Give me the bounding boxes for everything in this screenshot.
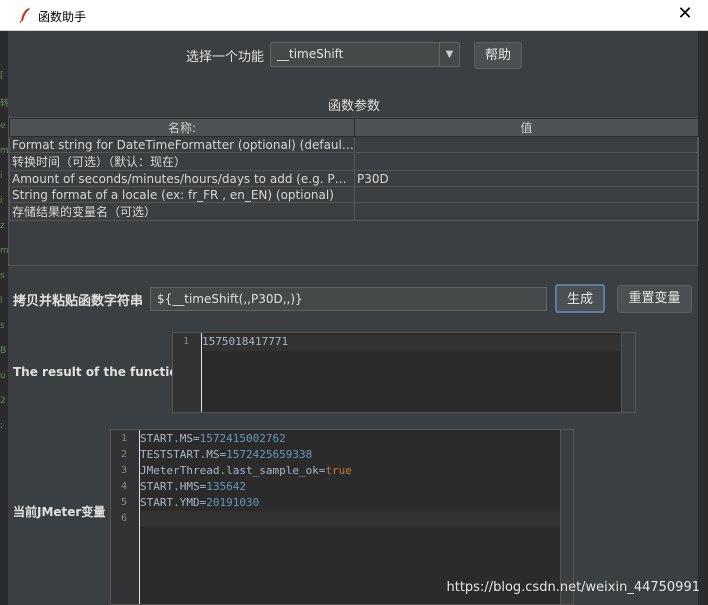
param-value[interactable] [354,152,699,171]
params-section-title: 函数参数 [328,99,381,114]
table-row[interactable]: 转换时间（可选）（默认：现在） [9,152,699,171]
params-table-container: 名称: 值 Format string for DateTimeFormatte… [8,117,699,266]
line-number: 4 [120,481,127,492]
var-value: 1572415002762 [199,432,286,445]
window-title: 函数助手 [38,10,87,24]
line-number-gutter: 1 [173,333,202,412]
scrollbar[interactable] [560,430,573,604]
line-number: 1 [120,433,127,444]
line-number: 3 [120,465,127,476]
result-editor[interactable]: 1 1575018417771 [172,332,636,413]
background-glyph: s [0,271,5,281]
background-glyph: e [0,121,6,131]
function-select-label: 选择一个功能 [186,50,265,65]
line-number: 2 [120,449,127,460]
column-header-value[interactable]: 值 [354,118,699,137]
copy-string-label: 拷贝并粘贴函数字符串 [13,294,144,309]
background-glyph: : [0,421,4,431]
function-helper-dialog: 选择一个功能 __timeShift ▼ 帮助 函数参数 名称: 值 Forma… [8,31,699,605]
column-header-name[interactable]: 名称: [9,118,355,137]
background-glyph: u [0,371,6,381]
background-glyph: i [0,171,3,181]
generate-button[interactable]: 生成 [555,284,605,313]
var-value: 135642 [206,480,246,493]
reset-variables-button[interactable]: 重置变量 [617,285,692,313]
code-line: JMeterThread.last_sample_ok=true [140,464,352,477]
feather-icon [19,8,30,23]
param-value[interactable] [354,202,699,221]
line-number: 1 [182,336,189,347]
param-name: String format of a locale (ex: fr_FR , e… [9,186,355,203]
background-glyph: i [0,196,3,206]
param-name: 转换时间（可选）（默认：现在） [9,152,355,171]
scrollbar[interactable] [621,333,635,412]
background-glyph: l [0,296,3,306]
var-key: START.HMS= [140,480,207,493]
current-line-highlight [140,511,560,527]
var-key: START.YMD= [140,496,207,509]
background-app-strip: [转 e m i i z m s l s Bu 2: [0,31,9,605]
help-button[interactable]: 帮助 [474,42,522,69]
line-number: 5 [120,497,127,508]
table-row[interactable]: Format string for DateTimeFormatter (opt… [9,136,699,153]
code-line: START.MS=1572415002762 [140,432,286,445]
line-number-gutter: 1 2 3 4 5 6 [111,430,140,604]
table-row[interactable]: 存储结果的变量名（可选） [9,202,699,221]
function-string-field[interactable]: ${__timeShift(,,P30D,,)} [150,287,547,311]
function-select-value: __timeShift [277,47,344,61]
jmeter-vars-editor[interactable]: 1 2 3 4 5 6 START.MS=1572415002762 TESTS… [110,429,574,605]
jmeter-vars-label: 当前JMeter变量 [13,505,106,519]
var-value: 20191030 [206,496,260,509]
background-glyph: 2 [0,396,6,406]
result-value: 1575018417771 [202,335,289,348]
background-app-strip-right [698,31,708,605]
params-table: 名称: 值 Format string for DateTimeFormatte… [9,118,699,221]
var-key: JMeterThread.last_sample_ok= [140,464,326,477]
line-number: 6 [120,513,127,524]
code-line: TESTSTART.MS=1572425659338 [140,448,312,461]
chevron-down-icon[interactable]: ▼ [439,43,459,66]
param-value[interactable] [354,186,699,203]
close-icon[interactable]: ✕ [676,5,694,23]
background-glyph: s [0,321,5,331]
param-value[interactable] [354,136,699,153]
var-key: START.MS= [140,432,200,445]
param-name: Format string for DateTimeFormatter (opt… [9,136,355,153]
param-name: 存储结果的变量名（可选） [9,202,355,221]
var-value: true [325,464,352,477]
background-glyph: [ [0,71,4,81]
param-name: Amount of seconds/minutes/hours/days to … [9,170,355,187]
code-line: START.HMS=135642 [140,480,246,493]
table-row[interactable]: Amount of seconds/minutes/hours/days to … [9,170,699,187]
var-key: TESTSTART.MS= [140,448,227,461]
background-glyph: z [0,221,5,231]
watermark: https://blog.csdn.net/weixin_44750991 [446,580,700,595]
var-value: 1572425659338 [226,448,313,461]
function-select[interactable]: __timeShift ▼ [270,42,460,67]
background-glyph: B [0,346,7,356]
table-row[interactable]: String format of a locale (ex: fr_FR , e… [9,186,699,203]
window-titlebar: 函数助手 ✕ [0,0,708,31]
code-line: START.YMD=20191030 [140,496,259,509]
param-value[interactable]: P30D [354,170,699,187]
